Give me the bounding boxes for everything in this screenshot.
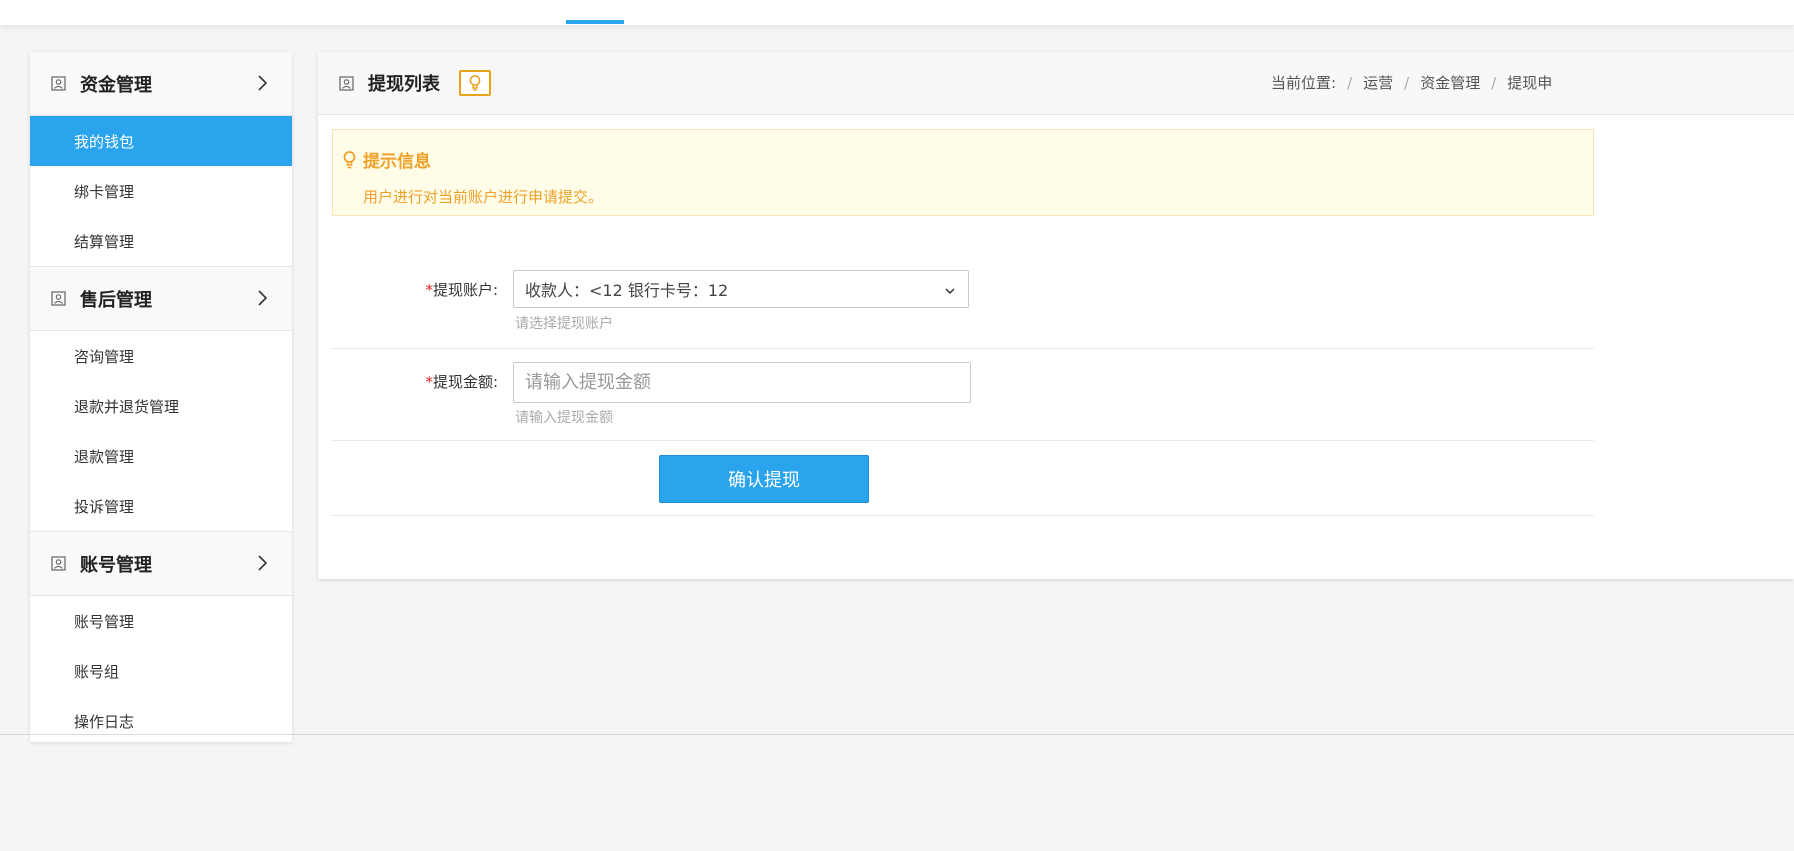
sidebar-item-card-binding[interactable]: 绑卡管理	[30, 166, 292, 216]
required-mark: *	[425, 281, 433, 299]
sidebar-item-consult[interactable]: 咨询管理	[30, 331, 292, 381]
breadcrumb-item[interactable]: 提现申	[1507, 74, 1552, 92]
sidebar: 资金管理 我的钱包 绑卡管理 结算管理 售后管理 咨询管理 退款并退货管理 退款…	[30, 52, 292, 742]
sidebar-item-settlement[interactable]: 结算管理	[30, 216, 292, 266]
panel-header: 提现列表 当前位置: / 运营 / 资金管理 / 提现申	[318, 52, 1794, 115]
sidebar-item-complaint[interactable]: 投诉管理	[30, 481, 292, 531]
sidebar-group-title: 资金管理	[80, 74, 152, 96]
active-tab-indicator	[566, 20, 624, 24]
chevron-down-icon	[944, 281, 956, 300]
confirm-withdraw-button[interactable]: 确认提现	[659, 455, 869, 503]
tip-toggle-button[interactable]	[459, 70, 491, 96]
breadcrumb-item[interactable]: 资金管理	[1420, 74, 1480, 92]
lightbulb-icon	[469, 75, 481, 91]
sidebar-item-account-manage[interactable]: 账号管理	[30, 596, 292, 646]
breadcrumb-prefix: 当前位置:	[1271, 74, 1337, 92]
account-select[interactable]: 收款人：<12 银行卡号：12	[513, 270, 969, 308]
sidebar-group-account[interactable]: 账号管理	[30, 531, 292, 596]
notice-title: 提示信息	[342, 147, 431, 172]
chevron-right-icon	[256, 74, 270, 92]
page-title: 提现列表	[368, 74, 440, 95]
group-icon	[51, 291, 66, 306]
footer-divider	[0, 734, 1794, 735]
list-icon	[339, 75, 354, 91]
notice-title-text: 提示信息	[363, 152, 431, 172]
sidebar-group-after-sales[interactable]: 售后管理	[30, 266, 292, 331]
breadcrumb: 当前位置: / 运营 / 资金管理 / 提现申	[1271, 74, 1553, 92]
account-hint: 请选择提现账户	[515, 316, 613, 332]
group-icon	[51, 556, 66, 571]
notice-text: 用户进行对当前账户进行申请提交。	[363, 188, 604, 206]
sidebar-item-refund[interactable]: 退款管理	[30, 431, 292, 481]
lightbulb-icon	[343, 151, 356, 169]
sidebar-group-funds[interactable]: 资金管理	[30, 52, 292, 116]
breadcrumb-item[interactable]: 运营	[1363, 74, 1393, 92]
chevron-right-icon	[256, 289, 270, 307]
sidebar-item-operation-log[interactable]: 操作日志	[30, 696, 292, 742]
form-row-account: *提现账户: 收款人：<12 银行卡号：12 请选择提现账户	[332, 242, 1594, 349]
top-navbar	[0, 0, 1794, 25]
sidebar-group-title: 账号管理	[80, 554, 152, 576]
sidebar-item-refund-return[interactable]: 退款并退货管理	[30, 381, 292, 431]
notice-box: 提示信息 用户进行对当前账户进行申请提交。	[332, 129, 1594, 216]
required-mark: *	[425, 373, 433, 391]
account-label: *提现账户:	[425, 281, 498, 299]
sidebar-item-wallet[interactable]: 我的钱包	[30, 116, 292, 166]
chevron-right-icon	[256, 554, 270, 572]
sidebar-item-account-group[interactable]: 账号组	[30, 646, 292, 696]
form-row-submit	[332, 440, 1594, 516]
form-row-amount: *提现金额: 请输入提现金额	[332, 348, 1594, 441]
amount-label: *提现金额:	[425, 373, 498, 391]
sidebar-group-title: 售后管理	[80, 289, 152, 311]
account-select-value: 收款人：<12 银行卡号：12	[525, 281, 729, 300]
amount-input[interactable]	[513, 362, 971, 403]
group-icon	[51, 76, 66, 91]
amount-hint: 请输入提现金额	[515, 410, 613, 426]
main-panel: 提现列表 当前位置: / 运营 / 资金管理 / 提现申 提示信息 用户进行对当前账户进行申…	[318, 52, 1794, 579]
